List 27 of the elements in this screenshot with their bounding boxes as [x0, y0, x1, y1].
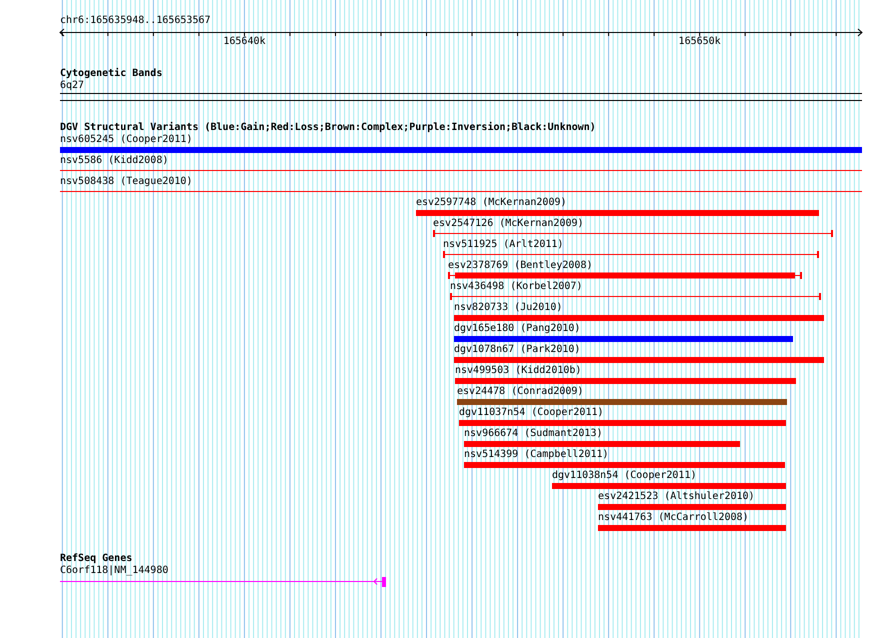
location-label: chr6:165635948..165653567: [60, 15, 211, 27]
variant-label: esv2547126 (McKernan2009): [433, 218, 584, 230]
band-label: 6q27: [60, 80, 84, 92]
variant-label: dgv11038n54 (Cooper2011): [552, 470, 696, 482]
variant-label: nsv441763 (McCarroll2008): [598, 512, 749, 524]
variant-label: esv2378769 (Bentley2008): [448, 260, 592, 272]
variant-label: dgv1078n67 (Park2010): [454, 344, 580, 356]
variant-label: nsv605245 (Cooper2011): [60, 134, 192, 146]
variant-label: nsv499503 (Kidd2010b): [455, 365, 582, 377]
variant-label: nsv820733 (Ju2010): [454, 302, 562, 314]
gene-label: C6orf118|NM_144980: [60, 565, 168, 577]
variant-label: nsv5586 (Kidd2008): [60, 155, 168, 167]
variant-label: esv24478 (Conrad2009): [457, 386, 584, 398]
track-title: RefSeq Genes: [60, 553, 132, 565]
variant-label: esv2597748 (McKernan2009): [416, 197, 567, 209]
variant-label: dgv165e180 (Pang2010): [454, 323, 580, 335]
variant-label: nsv436498 (Korbel2007): [450, 281, 582, 293]
variant-label: nsv514399 (Campbell2011): [464, 449, 609, 461]
track-title: DGV Structural Variants (Blue:Gain;Red:Loss;Brown:Complex;Purple:Inversion;Black:Unknown): [60, 122, 596, 134]
variant-label: nsv511925 (Arlt2011): [443, 239, 564, 251]
tick-label: 165640k: [223, 36, 266, 47]
variant-label: esv2421523 (Altshuler2010): [598, 491, 755, 503]
variant-label: nsv508438 (Teague2010): [60, 176, 192, 188]
variant-label: nsv966674 (Sudmant2013): [464, 428, 602, 440]
variant-label: dgv11037n54 (Cooper2011): [459, 407, 604, 419]
track-title: Cytogenetic Bands: [60, 68, 162, 80]
tick-label: 165650k: [678, 36, 721, 47]
